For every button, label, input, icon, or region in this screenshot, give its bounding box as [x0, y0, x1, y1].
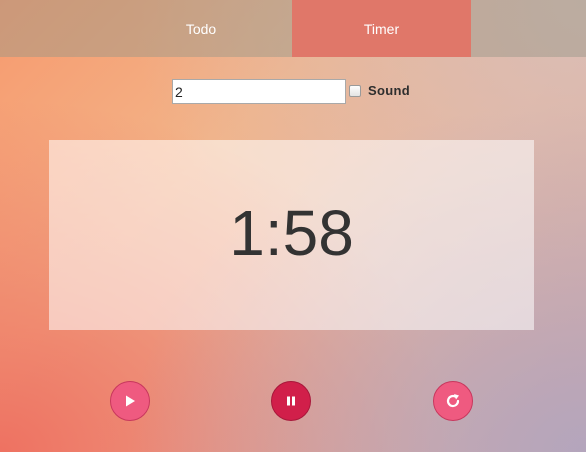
reset-button[interactable]: [433, 381, 473, 421]
timer-display-card: 1:58: [49, 140, 534, 330]
tab-todo[interactable]: Todo: [110, 0, 292, 57]
tab-timer-label: Timer: [363, 20, 400, 37]
tab-todo-label: Todo: [185, 20, 217, 37]
pause-button[interactable]: [271, 381, 311, 421]
tab-timer[interactable]: Timer: [292, 0, 471, 57]
pause-icon: [285, 395, 297, 407]
refresh-icon: [445, 393, 461, 409]
sound-checkbox[interactable]: [349, 84, 361, 97]
sound-toggle[interactable]: Sound: [349, 83, 410, 98]
timer-readout: 1:58: [229, 197, 354, 269]
sound-label: Sound: [368, 83, 410, 98]
minutes-input[interactable]: [172, 79, 346, 104]
play-button[interactable]: [110, 381, 150, 421]
play-icon: [123, 394, 137, 408]
tab-bar: Todo Timer: [0, 0, 586, 57]
